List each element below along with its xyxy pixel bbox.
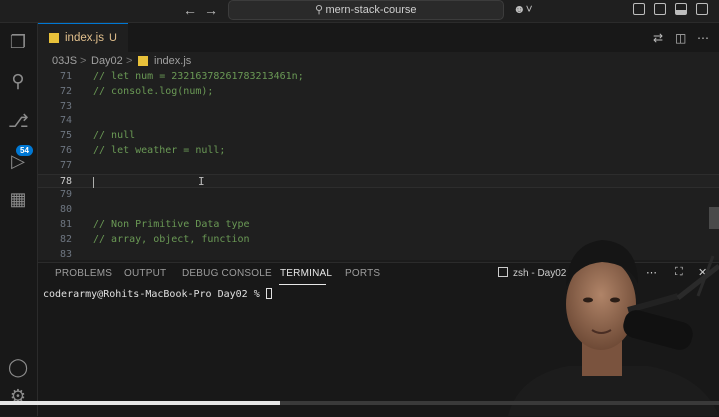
breadcrumb: 03JS > Day02 > index.js bbox=[38, 52, 719, 70]
arrow-right-icon[interactable]: → bbox=[204, 2, 218, 18]
line-number: 83 bbox=[59, 248, 72, 260]
line-number: 71 bbox=[59, 71, 72, 82]
tab-index-js[interactable]: index.js U bbox=[38, 23, 128, 52]
tab-terminal[interactable]: TERMINAL bbox=[280, 268, 332, 279]
code-line: 73 bbox=[38, 100, 719, 115]
line-number: 76 bbox=[59, 145, 72, 156]
line-number: 72 bbox=[59, 85, 72, 97]
breadcrumb-separator: > bbox=[80, 55, 87, 67]
extensions-icon[interactable]: ▦ bbox=[8, 189, 28, 209]
tab-ports[interactable]: PORTS bbox=[345, 268, 380, 279]
breadcrumb-separator: > bbox=[126, 55, 133, 67]
tab-debug-console[interactable]: DEBUG CONSOLE bbox=[182, 268, 272, 279]
text-cursor bbox=[93, 176, 94, 188]
javascript-file-icon bbox=[138, 56, 148, 66]
tab-output[interactable]: OUTPUT bbox=[124, 268, 166, 279]
activity-bar: ❐ ⚲ ⎇ 54 ▷ ▦ ◯ ⚙ bbox=[0, 23, 38, 416]
terminal-prompt-text: coderarmy@Rohits-MacBook-Pro Day02 % bbox=[43, 289, 266, 300]
javascript-file-icon bbox=[49, 33, 59, 43]
breadcrumb-folder-03js[interactable]: 03JS bbox=[52, 55, 77, 67]
split-editor-icon[interactable]: ◫ bbox=[675, 31, 686, 45]
terminal-prompt[interactable]: coderarmy@Rohits-MacBook-Pro Day02 % bbox=[43, 288, 272, 300]
code-line: 71 // let num = 23216378261783213461n; bbox=[38, 70, 719, 85]
line-number: 82 bbox=[59, 233, 72, 245]
code-line: 79 bbox=[38, 188, 719, 203]
video-progress-fill bbox=[0, 401, 281, 405]
run-debug-icon[interactable]: ▷ bbox=[8, 151, 28, 171]
code-text: // console.log(num); bbox=[93, 85, 214, 97]
line-number: 73 bbox=[59, 100, 72, 112]
toggle-primary-sidebar-icon[interactable] bbox=[654, 3, 666, 15]
toggle-secondary-sidebar-icon[interactable] bbox=[696, 3, 708, 15]
tab-problems[interactable]: PROBLEMS bbox=[55, 268, 112, 279]
code-text: // null bbox=[93, 130, 136, 142]
command-center-search[interactable]: ⚲ mern-stack-course bbox=[228, 0, 504, 20]
code-text: // array, object, function bbox=[93, 233, 250, 245]
active-tab-indicator bbox=[279, 284, 326, 285]
account-icon[interactable]: ◯ bbox=[8, 357, 28, 377]
active-code-line: 78 I bbox=[38, 173, 719, 189]
arrow-left-icon[interactable]: ← bbox=[183, 2, 197, 18]
code-line: 76 // let weather = null; bbox=[38, 144, 719, 159]
line-number: 75 bbox=[59, 130, 72, 142]
code-line: 77 bbox=[38, 159, 719, 174]
source-control-icon[interactable]: ⎇ bbox=[8, 111, 29, 131]
line-number: 74 bbox=[59, 115, 72, 127]
search-icon[interactable]: ⚲ bbox=[8, 71, 28, 91]
search-icon: ⚲ bbox=[315, 4, 324, 16]
toggle-panel-icon[interactable] bbox=[675, 3, 687, 15]
copilot-icon[interactable]: ☻˅ bbox=[513, 2, 533, 16]
presenter-webcam bbox=[498, 226, 719, 416]
line-number: 77 bbox=[59, 159, 72, 171]
explorer-icon[interactable]: ❐ bbox=[8, 32, 28, 52]
compare-changes-icon[interactable]: ⇄ bbox=[653, 31, 663, 45]
line-number: 78 bbox=[59, 175, 72, 187]
title-bar: ← → ⚲ mern-stack-course ☻˅ bbox=[0, 0, 719, 23]
line-number: 81 bbox=[59, 219, 72, 230]
code-line: 75 // null bbox=[38, 129, 719, 144]
line-number: 79 bbox=[59, 189, 72, 201]
line-number: 80 bbox=[59, 204, 72, 216]
mouse-ibeam-cursor: I bbox=[198, 174, 205, 188]
code-line: 74 bbox=[38, 114, 719, 129]
layout-panel-icon[interactable] bbox=[633, 3, 645, 15]
video-progress-bar[interactable] bbox=[0, 401, 719, 405]
code-text: // let weather = null; bbox=[93, 145, 226, 156]
code-line: 72 // console.log(num); bbox=[38, 85, 719, 100]
code-line: 80 bbox=[38, 203, 719, 218]
tab-label: index.js bbox=[65, 32, 104, 44]
presenter-image bbox=[508, 240, 719, 416]
search-text: mern-stack-course bbox=[325, 4, 417, 16]
terminal-cursor bbox=[265, 288, 272, 299]
breadcrumb-folder-day02[interactable]: Day02 bbox=[91, 55, 123, 67]
editor-tab-bar: index.js U ⇄ ◫ ⋯ bbox=[38, 23, 719, 53]
code-text: // let num = 23216378261783213461n; bbox=[93, 71, 304, 82]
tab-untracked-status: U bbox=[109, 32, 117, 44]
code-text: // Non Primitive Data type bbox=[93, 219, 250, 230]
breadcrumb-file[interactable]: index.js bbox=[154, 55, 191, 67]
more-actions-icon[interactable]: ⋯ bbox=[697, 31, 709, 45]
